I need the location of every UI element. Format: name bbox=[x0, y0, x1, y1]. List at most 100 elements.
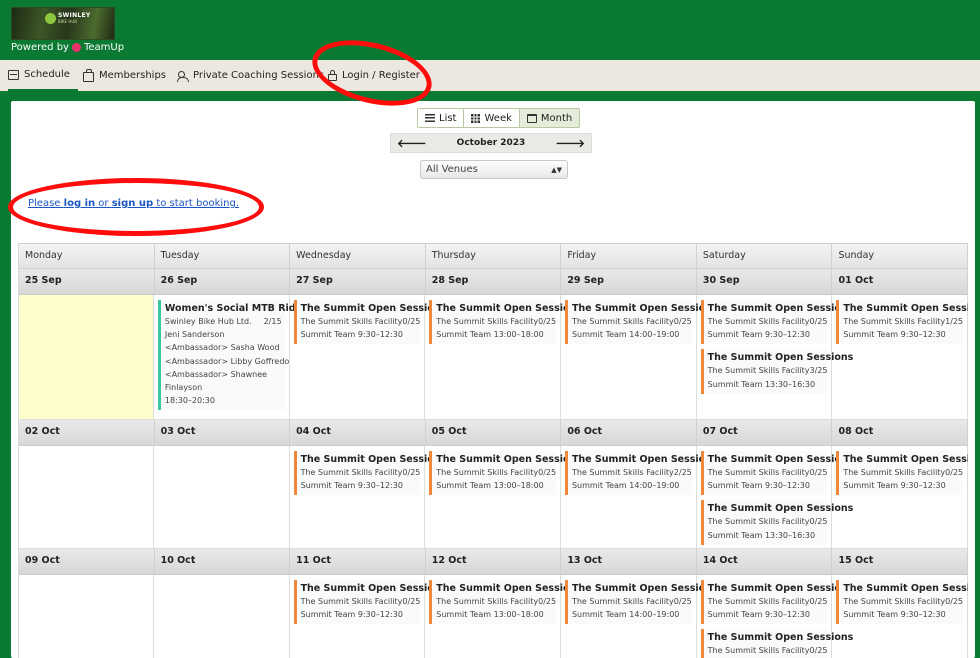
teamup-label: TeamUp bbox=[83, 42, 125, 53]
event-card[interactable]: The Summit Open SessionsThe Summit Skill… bbox=[564, 451, 718, 496]
event-detail: Summit Team 9:30–12:30 bbox=[300, 330, 403, 340]
event-venue: The Summit Skills Facility bbox=[707, 317, 810, 326]
day-cell[interactable] bbox=[154, 446, 290, 548]
event-detail: Finlayson bbox=[164, 383, 203, 393]
day-cell[interactable]: The Summit Open Sessions The Summit Skill… bbox=[697, 446, 854, 548]
day-cell[interactable]: The Summit Open SessionsThe Summit Skill… bbox=[425, 295, 582, 419]
powered-by[interactable]: Powered by TeamUp bbox=[11, 42, 124, 53]
event-card[interactable]: The Summit Open SessionsThe Summit Skill… bbox=[700, 451, 853, 496]
event-detail: <Ambassador> Sasha Wood bbox=[164, 343, 280, 353]
event-detail: Summit Team 9:30–12:30 bbox=[707, 330, 810, 340]
day-cell[interactable]: The Summit Open SessionsThe Summit Skill… bbox=[290, 446, 447, 548]
event-card[interactable]: The Summit Open SessionsThe Summit Skill… bbox=[700, 500, 854, 545]
event-card[interactable]: The Summit Open SessionsThe Summit Skill… bbox=[564, 580, 718, 625]
red-circle-annotation-prompt bbox=[8, 178, 264, 236]
event-venue: The Summit Skills Facility bbox=[571, 317, 674, 326]
view-week-button[interactable]: Week bbox=[464, 109, 520, 127]
event-detail: Summit Team 13:00–18:00 bbox=[436, 481, 544, 491]
day-cell[interactable]: The Summit Open SessionsThe Summit Skill… bbox=[290, 575, 446, 658]
event-title: The Summit Open Sessions bbox=[300, 454, 447, 465]
event-card[interactable]: The Summit Open SessionsThe Summit Skill… bbox=[429, 300, 582, 345]
day-date-label: 30 Sep bbox=[697, 269, 833, 294]
day-date-label: 04 Oct bbox=[290, 420, 426, 445]
month-icon bbox=[526, 113, 537, 123]
day-date-label: 06 Oct bbox=[561, 420, 697, 445]
day-cell[interactable]: The Summit Open SessionsThe Summit Skill… bbox=[425, 446, 582, 548]
event-card[interactable]: The Summit Open SessionsThe Summit Skill… bbox=[564, 300, 718, 345]
nav-tab-schedule[interactable]: Schedule bbox=[8, 60, 78, 91]
day-cell[interactable]: The Summit Open SessionsThe Summit Skill… bbox=[561, 446, 718, 548]
day-cell[interactable]: The Summit Open SessionsThe Summit Skill… bbox=[697, 295, 854, 419]
swinley-logo[interactable]: SWINLEY BIKE HUB bbox=[11, 7, 115, 40]
event-venue-row: The Summit Skills Facility 3/25 bbox=[708, 364, 828, 377]
event-title: The Summit Open Sessions bbox=[843, 454, 968, 465]
event-detail: Summit Team 9:30–12:30 bbox=[843, 330, 946, 340]
day-cell[interactable]: The Summit Open Sessions The Summit Skill… bbox=[832, 446, 968, 548]
next-month-arrow-icon[interactable]: 🡒 bbox=[555, 136, 585, 150]
day-cell[interactable] bbox=[19, 295, 154, 419]
event-venue-row: The Summit Skills Facility 0/25 bbox=[301, 595, 421, 608]
day-cell[interactable]: The Summit Open SessionsThe Summit Skill… bbox=[425, 575, 582, 658]
day-cell[interactable]: Women's Social MTB Ride Swinley Bike Hub … bbox=[154, 295, 302, 419]
venue-select[interactable]: All Venues ▲▼ bbox=[420, 160, 568, 179]
event-venue: The Summit Skills Facility bbox=[707, 597, 810, 606]
day-date-label: 03 Oct bbox=[155, 420, 291, 445]
event-card[interactable]: The Summit Open SessionsThe Summit Skill… bbox=[293, 300, 447, 345]
day-cell[interactable] bbox=[19, 575, 155, 658]
event-card[interactable]: The Summit Open SessionsThe Summit Skill… bbox=[836, 580, 968, 625]
event-title: The Summit Open Sessions bbox=[707, 303, 854, 314]
event-title: The Summit Open Sessions bbox=[300, 303, 447, 314]
event-venue: The Summit Skills Facility bbox=[436, 597, 539, 606]
event-title: The Summit Open Sessions bbox=[436, 303, 582, 314]
day-cell[interactable] bbox=[19, 446, 155, 548]
event-capacity: 1/25 bbox=[945, 317, 964, 326]
event-card[interactable]: The Summit Open SessionsThe Summit Skill… bbox=[700, 349, 853, 394]
event-card[interactable]: The Summit Open Sessions The Summit Skill… bbox=[836, 451, 968, 496]
event-detail: Summit Team 9:30–12:30 bbox=[843, 481, 946, 491]
event-capacity: 0/25 bbox=[809, 646, 828, 656]
event-detail: Summit Team 9:30–12:30 bbox=[707, 610, 810, 620]
event-card[interactable]: The Summit Open SessionsThe Summit Skill… bbox=[836, 300, 968, 345]
weekday-header: Friday bbox=[561, 244, 697, 268]
month-calendar: Monday Tuesday Wednesday Thursday Friday… bbox=[18, 243, 968, 658]
event-title: The Summit Open Sessions bbox=[707, 503, 854, 515]
day-date-label: 14 Oct bbox=[697, 549, 833, 574]
event-card[interactable]: The Summit Open SessionsThe Summit Skill… bbox=[429, 451, 582, 496]
view-list-button[interactable]: List bbox=[418, 109, 465, 127]
nav-tab-private-coaching[interactable]: Private Coaching Sessions bbox=[177, 60, 324, 91]
event-card[interactable]: The Summit Open SessionsThe Summit Skill… bbox=[293, 580, 446, 625]
day-cell[interactable]: The Summit Open SessionsThe Summit Skill… bbox=[561, 575, 718, 658]
event-card[interactable]: Women's Social MTB Ride Swinley Bike Hub … bbox=[157, 300, 302, 411]
day-cell[interactable]: The Summit Open SessionsThe Summit Skill… bbox=[290, 295, 447, 419]
week-row: Women's Social MTB Ride Swinley Bike Hub … bbox=[19, 295, 968, 420]
day-cell[interactable] bbox=[154, 575, 290, 658]
prev-month-arrow-icon[interactable]: 🡐 bbox=[397, 136, 427, 150]
event-card[interactable]: The Summit Open SessionsThe Summit Skill… bbox=[700, 580, 853, 625]
event-card[interactable]: The Summit Open SessionsThe Summit Skill… bbox=[700, 300, 854, 345]
event-venue-row: The Summit Skills Facility 0/25 bbox=[707, 315, 828, 328]
event-capacity: 0/25 bbox=[402, 597, 421, 606]
event-venue-row: The Summit Skills Facility 0/25 bbox=[708, 644, 828, 657]
event-detail: Summit Team 14:00–19:00 bbox=[571, 481, 680, 491]
weekday-header: Sunday bbox=[832, 244, 968, 268]
event-capacity: 2/25 bbox=[673, 468, 692, 477]
event-card[interactable]: The Summit Open SessionsThe Summit Skill… bbox=[293, 451, 447, 496]
event-venue: The Summit Skills Facility bbox=[707, 468, 810, 477]
event-detail: Summit Team 9:30–12:30 bbox=[300, 610, 403, 620]
event-venue-row: The Summit Skills Facility 0/25 bbox=[572, 595, 692, 608]
event-venue: The Summit Skills Facility bbox=[843, 317, 946, 326]
event-card[interactable]: The Summit Open SessionsThe Summit Skill… bbox=[429, 580, 582, 625]
day-cell[interactable]: The Summit Open SessionsThe Summit Skill… bbox=[697, 575, 853, 658]
event-venue: The Summit Skills Facility bbox=[843, 468, 946, 477]
day-cell[interactable]: The Summit Open SessionsThe Summit Skill… bbox=[832, 575, 968, 658]
event-card[interactable]: The Summit Open SessionsThe Summit Skill… bbox=[700, 629, 853, 658]
week-row: The Summit Open Sessions The Summit Skill… bbox=[19, 446, 968, 549]
nav-tab-memberships[interactable]: Memberships bbox=[83, 60, 166, 91]
event-venue-row: The Summit Skills Facility 0/25 bbox=[436, 466, 556, 479]
view-month-button[interactable]: Month bbox=[519, 109, 580, 127]
event-title: The Summit Open Sessions bbox=[436, 454, 582, 465]
event-venue: Swinley Bike Hub Ltd. bbox=[164, 317, 252, 326]
event-detail: Summit Team 13:00–18:00 bbox=[436, 330, 544, 340]
day-cell[interactable]: The Summit Open SessionsThe Summit Skill… bbox=[832, 295, 968, 419]
day-cell[interactable]: The Summit Open SessionsThe Summit Skill… bbox=[561, 295, 718, 419]
